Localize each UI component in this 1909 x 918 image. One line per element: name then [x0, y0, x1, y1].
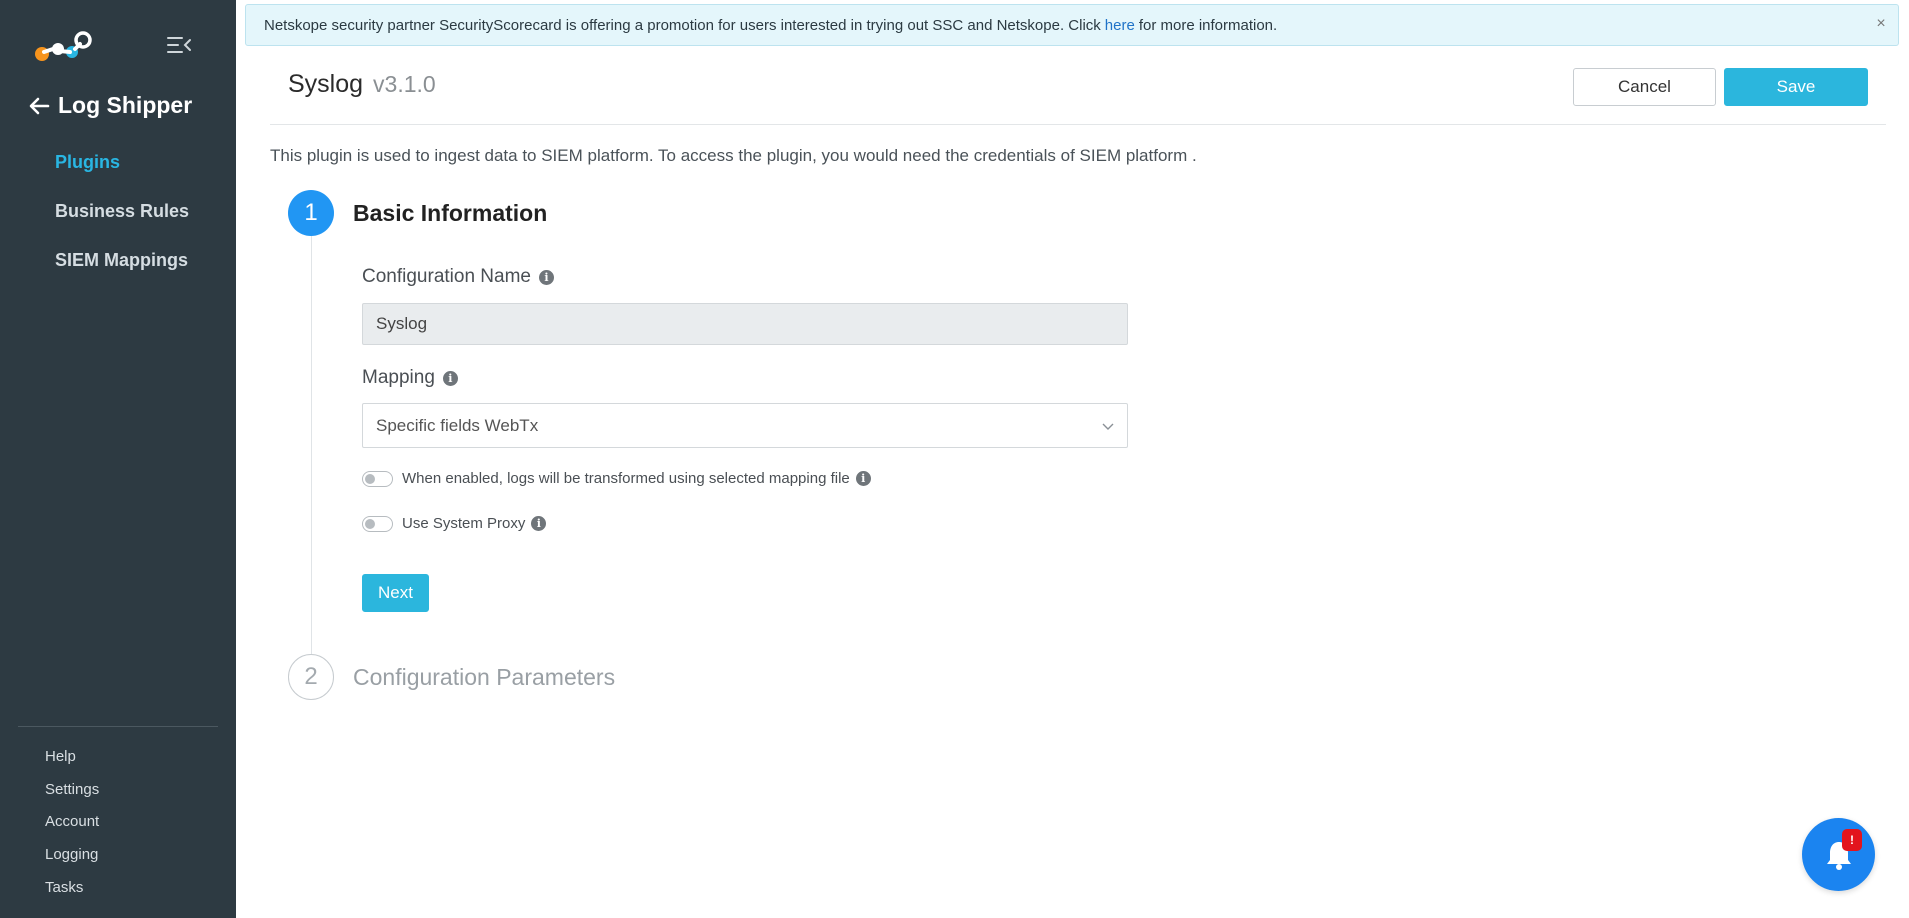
transform-toggle-row: When enabled, logs will be transformed u…	[362, 470, 871, 487]
mapping-select[interactable]: Specific fields WebTx	[362, 403, 1128, 448]
config-name-input[interactable]: Syslog	[362, 303, 1128, 345]
toggle-knob	[365, 473, 375, 484]
proxy-toggle-label: Use System Proxy	[402, 515, 526, 532]
notification-badge: !	[1842, 829, 1862, 851]
config-name-label: Configuration Name i	[362, 266, 554, 288]
page-title: Syslog v3.1.0	[288, 70, 436, 99]
step-number-1: 1	[288, 190, 334, 236]
info-icon[interactable]: i	[531, 516, 547, 531]
sidebar-divider	[18, 726, 218, 727]
promo-banner: Netskope security partner SecurityScorec…	[245, 4, 1899, 46]
system-proxy-toggle[interactable]	[362, 515, 393, 532]
config-name-label-text: Configuration Name	[362, 266, 531, 287]
info-icon[interactable]: i	[855, 471, 871, 486]
transform-logs-toggle[interactable]	[362, 470, 393, 487]
transform-toggle-label: When enabled, logs will be transformed u…	[402, 470, 850, 487]
plugin-description: This plugin is used to ingest data to SI…	[270, 146, 1197, 165]
step-title-basic-information: Basic Information	[353, 200, 548, 226]
plugin-version: v3.1.0	[373, 71, 436, 97]
plugin-name: Syslog	[288, 70, 364, 98]
sidebar-footer-settings[interactable]: Settings	[45, 781, 99, 798]
netskope-logo[interactable]	[34, 30, 92, 62]
arrow-left-icon[interactable]	[28, 95, 50, 117]
collapse-menu-icon[interactable]	[166, 34, 192, 56]
toggle-knob	[365, 518, 375, 529]
mapping-label-text: Mapping	[362, 367, 435, 388]
sidebar: Log Shipper Plugins Business Rules SIEM …	[0, 0, 236, 918]
back-to-log-shipper[interactable]: Log Shipper	[28, 92, 192, 119]
step-number-2[interactable]: 2	[288, 654, 334, 700]
info-icon[interactable]: i	[538, 269, 554, 285]
banner-text-after: for more information.	[1138, 16, 1278, 34]
sidebar-footer-tasks[interactable]: Tasks	[45, 879, 83, 896]
sidebar-item-plugins[interactable]: Plugins	[55, 152, 120, 173]
mapping-label: Mapping i	[362, 367, 458, 389]
sidebar-item-siem-mappings[interactable]: SIEM Mappings	[55, 250, 188, 271]
cancel-button[interactable]: Cancel	[1573, 68, 1716, 106]
sidebar-item-business-rules[interactable]: Business Rules	[55, 201, 189, 222]
sidebar-footer-account[interactable]: Account	[45, 813, 99, 830]
next-button[interactable]: Next	[362, 574, 429, 612]
close-icon[interactable]: ×	[1872, 15, 1890, 33]
step-connector	[311, 236, 312, 654]
info-icon[interactable]: i	[442, 370, 458, 386]
banner-link[interactable]: here	[1105, 17, 1135, 34]
sidebar-footer-help[interactable]: Help	[45, 748, 76, 765]
proxy-toggle-row: Use System Proxy i	[362, 515, 547, 532]
step-title-configuration-parameters[interactable]: Configuration Parameters	[353, 664, 615, 691]
chevron-down-icon	[1102, 423, 1114, 430]
notifications-button[interactable]	[1802, 818, 1875, 891]
header-divider	[270, 124, 1886, 125]
mapping-select-value: Specific fields WebTx	[376, 415, 539, 435]
section-title: Log Shipper	[58, 92, 193, 118]
banner-text: Netskope security partner SecurityScorec…	[264, 16, 1101, 34]
sidebar-footer-logging[interactable]: Logging	[45, 846, 98, 863]
save-button[interactable]: Save	[1724, 68, 1868, 106]
